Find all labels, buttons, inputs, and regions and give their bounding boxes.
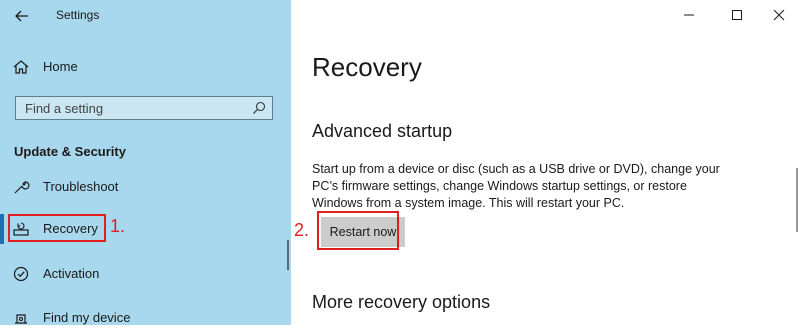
home-icon — [12, 58, 30, 76]
search-placeholder: Find a setting — [25, 101, 104, 116]
sidebar-item-label: Home — [43, 59, 78, 74]
find-device-icon — [12, 309, 30, 327]
sidebar-item-find-my-device[interactable]: Find my device — [0, 303, 291, 333]
page-title: Recovery — [312, 52, 422, 82]
sidebar-item-activation[interactable]: Activation — [0, 259, 291, 289]
activation-icon — [12, 265, 30, 283]
minimize-icon[interactable] — [669, 2, 709, 28]
annotation-step-2: 2. — [294, 220, 310, 240]
sidebar-item-home[interactable]: Home — [0, 52, 291, 82]
section-heading-advanced-startup: Advanced startup — [312, 121, 453, 141]
back-arrow-icon[interactable] — [12, 6, 32, 26]
advanced-startup-description: Start up from a device or disc (such as … — [312, 162, 720, 210]
wrench-icon — [12, 178, 30, 196]
sidebar-scrollbar[interactable] — [287, 240, 289, 270]
sidebar-item-label: Find my device — [43, 310, 131, 325]
sidebar-item-label: Troubleshoot — [43, 179, 119, 194]
sidebar-item-troubleshoot[interactable]: Troubleshoot — [0, 172, 291, 202]
sidebar: Settings Home Find a setting Update & Se… — [0, 0, 291, 325]
sidebar-item-label: Activation — [43, 266, 100, 281]
search-icon — [252, 101, 266, 115]
maximize-icon[interactable] — [717, 2, 757, 28]
annotation-highlight-recovery — [8, 214, 106, 242]
annotation-highlight-restart — [317, 211, 399, 250]
annotation-step-1: 1. — [110, 216, 126, 236]
app-title: Settings — [56, 8, 100, 22]
section-heading: Update & Security — [14, 144, 126, 159]
main-content: Recovery Advanced startup Start up from … — [291, 0, 800, 325]
search-input[interactable]: Find a setting — [15, 96, 273, 120]
main-scrollbar[interactable] — [796, 168, 798, 232]
close-icon[interactable] — [759, 2, 799, 28]
section-heading-more-recovery-options: More recovery options — [312, 292, 491, 312]
